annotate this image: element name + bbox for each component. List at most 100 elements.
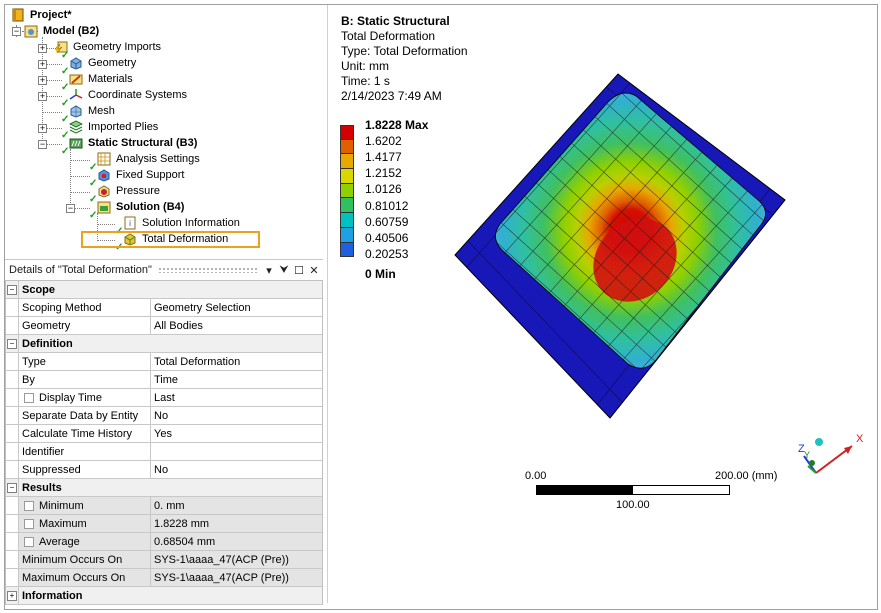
table-row[interactable]: Separate Data by Entity No	[6, 407, 322, 425]
legend-swatch	[340, 125, 354, 140]
details-header: Details of "Total Deformation" ▾ ⮟ ☐ ✕	[5, 259, 323, 280]
tree-node-static-structural[interactable]: Static Structural (B3)	[69, 135, 199, 151]
section-scope[interactable]: − Scope	[6, 281, 322, 299]
tree-node-model[interactable]: Model (B2)	[24, 23, 101, 39]
details-grip[interactable]	[157, 267, 257, 273]
section-results[interactable]: − Results	[6, 479, 322, 497]
table-row[interactable]: Maximum 1.8228 mm	[6, 515, 322, 533]
table-row[interactable]: Scoping Method Geometry Selection	[6, 299, 322, 317]
geometry-icon	[70, 57, 82, 70]
legend-label: 0.40506	[365, 231, 409, 245]
tree-label-coordinate-systems: Coordinate Systems	[88, 89, 188, 101]
solution-expander[interactable]: −	[66, 204, 75, 213]
tree-label-analysis-settings: Analysis Settings	[116, 153, 200, 165]
legend-swatch	[340, 198, 354, 214]
triad-x-label: X	[856, 433, 864, 445]
tree-node-geometry[interactable]: Geometry	[69, 55, 138, 71]
legend-swatch	[340, 183, 354, 199]
geometry-imports-expander[interactable]: +	[38, 44, 47, 53]
model-icon	[24, 25, 38, 38]
deformation-contour-plot[interactable]	[440, 60, 820, 430]
table-row[interactable]: Minimum Occurs On SYS-1\aaaa_47(ACP (Pre…	[6, 551, 322, 569]
model-expander[interactable]: −	[12, 27, 21, 36]
legend-label: 0.60759	[365, 215, 409, 229]
imported-plies-icon	[69, 120, 83, 134]
result-system-title: B: Static Structural	[341, 14, 450, 28]
tree-node-pressure[interactable]: Pressure	[97, 183, 162, 199]
tree-node-geometry-imports[interactable]: Geometry Imports	[54, 39, 163, 55]
collapse-icon[interactable]: −	[7, 338, 17, 349]
coordinate-systems-expander[interactable]: +	[38, 92, 47, 101]
outline-tree[interactable]: − + + + + + − − Project* Model (B2) Geom…	[5, 5, 323, 257]
tree-node-imported-plies[interactable]: Imported Plies	[69, 119, 160, 135]
table-row[interactable]: Average 0.68504 mm	[6, 533, 322, 551]
display-time-checkbox[interactable]	[24, 392, 34, 403]
solution-information-icon: i	[124, 216, 136, 230]
minimum-checkbox[interactable]	[24, 500, 34, 511]
section-information[interactable]: + Information	[6, 587, 322, 605]
table-row[interactable]: Type Total Deformation	[6, 353, 322, 371]
section-definition[interactable]: − Definition	[6, 335, 322, 353]
maximum-checkbox[interactable]	[24, 518, 34, 529]
tree-label-fixed-support: Fixed Support	[116, 169, 185, 181]
project-book-icon	[12, 8, 24, 22]
pin-icon[interactable]: ⮟	[278, 263, 290, 277]
table-row[interactable]: Display Time Last	[6, 389, 322, 407]
collapse-icon[interactable]: −	[7, 482, 17, 493]
scale-white-segment	[632, 485, 730, 495]
tree-label-geometry-imports: Geometry Imports	[73, 41, 162, 53]
scale-mid-label: 100.00	[616, 499, 650, 511]
legend-swatch	[340, 213, 354, 228]
pressure-icon	[98, 185, 110, 198]
scale-black-segment	[536, 485, 634, 495]
selected-item-highlight	[81, 231, 260, 248]
tree-node-coordinate-systems[interactable]: Coordinate Systems	[69, 87, 189, 103]
dropdown-icon[interactable]: ▾	[263, 263, 275, 277]
tree-label-solution-information: Solution Information	[142, 217, 240, 229]
tree-label-project: Project*	[30, 9, 72, 21]
table-row[interactable]: Maximum Occurs On SYS-1\aaaa_47(ACP (Pre…	[6, 569, 322, 587]
tree-label-mesh: Mesh	[88, 105, 115, 117]
average-checkbox[interactable]	[24, 536, 34, 547]
legend-label: 0.20253	[365, 247, 409, 261]
materials-expander[interactable]: +	[38, 76, 47, 85]
result-line: Type: Total Deformation	[341, 44, 468, 58]
panel-splitter[interactable]	[327, 5, 328, 603]
tree-node-solution[interactable]: Solution (B4)	[97, 199, 186, 215]
tree-label-solution: Solution (B4)	[116, 201, 185, 213]
tree-label-model: Model (B2)	[43, 25, 100, 37]
tree-label-imported-plies: Imported Plies	[88, 121, 159, 133]
coordinate-triad[interactable]: X Z Y	[790, 428, 870, 484]
table-row[interactable]: Identifier	[6, 443, 322, 461]
mesh-icon	[70, 105, 82, 118]
legend-swatch	[340, 227, 354, 243]
details-grid: − Scope Scoping Method Geometry Selectio…	[5, 280, 323, 605]
tree-node-mesh[interactable]: Mesh	[69, 103, 117, 119]
legend-label: 1.0126	[365, 182, 402, 196]
details-title: Details of "Total Deformation"	[9, 264, 152, 276]
tree-label-static-structural: Static Structural (B3)	[88, 137, 198, 149]
coordinate-systems-icon	[69, 89, 83, 100]
close-icon[interactable]: ✕	[308, 263, 320, 277]
legend-label: 1.4177	[365, 150, 402, 164]
tree-node-fixed-support[interactable]: Fixed Support	[97, 167, 186, 183]
table-row[interactable]: By Time	[6, 371, 322, 389]
tree-node-analysis-settings[interactable]: Analysis Settings	[97, 151, 202, 167]
expand-icon[interactable]: +	[7, 590, 17, 601]
legend-color-bar	[340, 125, 354, 258]
legend-label: 1.8228 Max	[365, 118, 429, 132]
legend-label: 1.6202	[365, 134, 402, 148]
collapse-icon[interactable]: −	[7, 284, 17, 295]
table-row[interactable]: Calculate Time History Yes	[6, 425, 322, 443]
maximize-icon[interactable]: ☐	[293, 263, 305, 277]
tree-node-project[interactable]: Project*	[11, 7, 74, 23]
legend-label: 0 Min	[365, 267, 396, 281]
table-row[interactable]: Minimum 0. mm	[6, 497, 322, 515]
geometry-expander[interactable]: +	[38, 60, 47, 69]
static-structural-expander[interactable]: −	[38, 140, 47, 149]
tree-node-materials[interactable]: Materials	[69, 71, 135, 87]
tree-node-solution-information[interactable]: i Solution Information	[123, 215, 242, 231]
imported-plies-expander[interactable]: +	[38, 124, 47, 133]
table-row[interactable]: Geometry All Bodies	[6, 317, 322, 335]
table-row[interactable]: Suppressed No	[6, 461, 322, 479]
